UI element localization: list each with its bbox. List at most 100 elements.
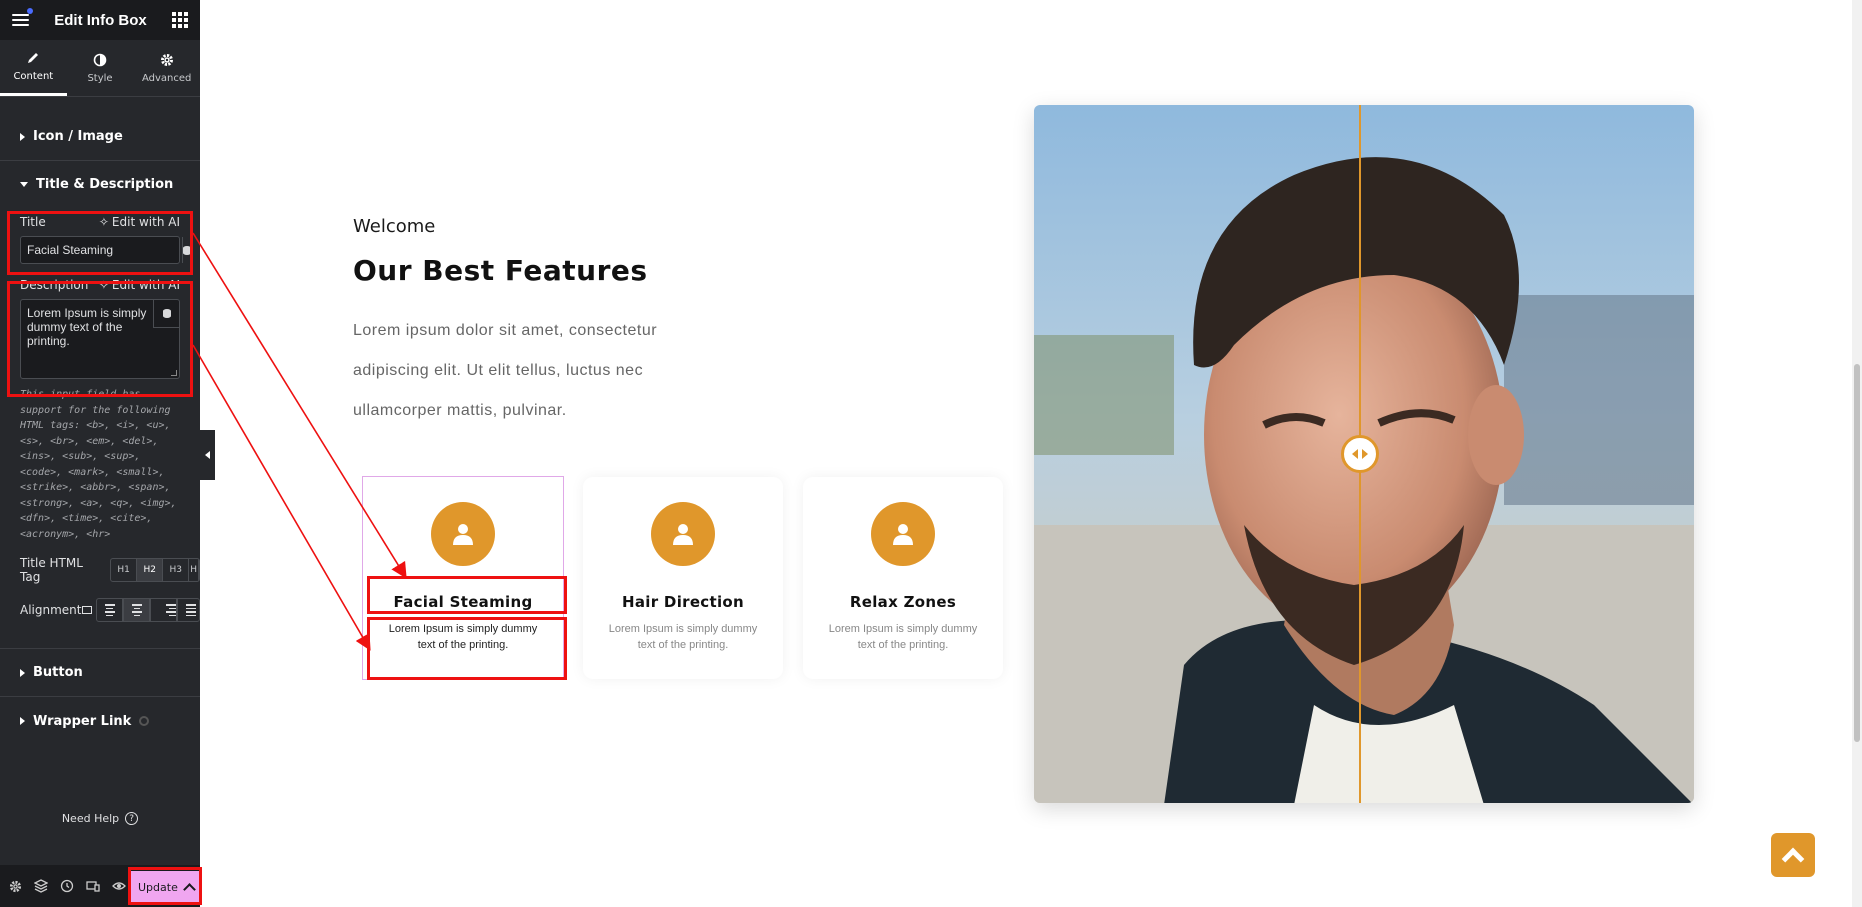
update-button[interactable]: Update: [130, 871, 200, 903]
chevron-left-icon: [205, 451, 210, 459]
gear-icon: [160, 53, 173, 66]
title-edit-ai-link[interactable]: ✧ Edit with AI: [99, 215, 180, 229]
alignment-label: Alignment: [20, 603, 82, 617]
align-right-icon: [151, 599, 178, 621]
section-title-description[interactable]: Title & Description: [0, 161, 200, 207]
welcome-subtitle: Welcome: [353, 216, 436, 237]
tab-style[interactable]: Style: [67, 40, 134, 96]
panel-title: Edit Info Box: [54, 11, 147, 29]
section-wrapper-link[interactable]: Wrapper Link: [0, 697, 200, 745]
info-box-card[interactable]: Facial Steaming Lorem Ipsum is simply du…: [362, 476, 564, 680]
desktop-icon[interactable]: [82, 606, 93, 614]
description-label-row: Description ✧ Edit with AI: [0, 278, 200, 292]
alignment-row: Alignment: [0, 598, 200, 622]
editor-panel: Edit Info Box Content Style Advanced Ico…: [0, 0, 200, 907]
tag-h3-button[interactable]: H3: [163, 559, 190, 581]
align-justify-button[interactable]: [178, 599, 199, 621]
sparkle-icon: ✧: [98, 215, 109, 229]
responsive-icon[interactable]: [84, 877, 102, 895]
arrow-left-icon: [1352, 449, 1358, 459]
tag-h2-button[interactable]: H2: [137, 559, 164, 581]
caret-right-icon: [20, 132, 25, 141]
settings-icon[interactable]: [6, 877, 24, 895]
user-icon: [651, 502, 715, 566]
card-title: Relax Zones: [849, 593, 957, 611]
resize-handle[interactable]: [171, 370, 177, 376]
tab-content[interactable]: Content: [0, 40, 67, 96]
card-title: Facial Steaming: [393, 593, 533, 611]
menu-icon[interactable]: [12, 8, 33, 26]
update-label: Update: [138, 880, 178, 894]
layers-icon[interactable]: [32, 877, 50, 895]
align-right-button[interactable]: [151, 599, 179, 621]
tab-content-label: Content: [13, 71, 54, 82]
comparison-handle[interactable]: [1341, 435, 1379, 473]
chevron-up-icon[interactable]: [183, 883, 196, 896]
section-title-description-label: Title & Description: [36, 176, 174, 192]
history-icon[interactable]: [58, 877, 76, 895]
database-icon: [162, 309, 171, 318]
html-tags-help-text: This input field has support for the fol…: [20, 389, 177, 540]
tab-style-label: Style: [87, 72, 113, 84]
align-center-icon: [124, 599, 151, 621]
title-html-tag-row: Title HTML Tag H1 H2 H3 H: [0, 556, 200, 584]
description-edit-ai-label: Edit with AI: [111, 278, 180, 292]
section-button[interactable]: Button: [0, 649, 200, 697]
panel-tabs: Content Style Advanced: [0, 40, 200, 97]
caret-down-icon: [20, 181, 28, 187]
title-input[interactable]: [21, 237, 182, 263]
card-description: Lorem Ipsum is simply dummy text of the …: [388, 623, 538, 651]
alignment-buttons: [96, 598, 200, 622]
pencil-icon: [28, 53, 39, 63]
title-html-tag-label: Title HTML Tag: [20, 556, 83, 584]
page-scrollbar[interactable]: [1852, 0, 1862, 907]
intro-paragraph: Lorem ipsum dolor sit amet, consectetur …: [353, 322, 658, 419]
info-box-card[interactable]: Relax Zones Lorem Ipsum is simply dummy …: [803, 477, 1003, 679]
title-label-row: Title ✧ Edit with AI: [0, 215, 200, 229]
tab-advanced-label: Advanced: [141, 72, 192, 84]
section-wrapper-link-label: Wrapper Link: [33, 713, 132, 729]
before-after-image: [1034, 105, 1694, 803]
align-left-button[interactable]: [97, 599, 125, 621]
tag-h1-button[interactable]: H1: [111, 559, 138, 581]
need-help-link[interactable]: Need Help ?: [0, 812, 200, 825]
description-textarea[interactable]: Lorem Ipsum is simply dummy text of the …: [21, 300, 161, 378]
info-box-card[interactable]: Hair Direction Lorem Ipsum is simply dum…: [583, 477, 783, 679]
section-icon-image[interactable]: Icon / Image: [0, 113, 200, 161]
apps-grid-icon[interactable]: [172, 12, 188, 28]
question-icon: ?: [125, 812, 139, 825]
description-edit-ai-link[interactable]: ✧ Edit with AI: [99, 278, 180, 292]
dynamic-tags-button[interactable]: [182, 237, 191, 263]
align-justify-icon: [178, 599, 199, 621]
card-description: Lorem Ipsum is simply dummy text of the …: [828, 623, 978, 651]
html-tag-buttons: H1 H2 H3 H: [110, 558, 200, 582]
panel-header: Edit Info Box: [0, 0, 200, 40]
caret-right-icon: [20, 717, 25, 725]
eye-icon[interactable]: [110, 877, 128, 895]
section-button-label: Button: [33, 665, 83, 680]
scrollbar-thumb[interactable]: [1854, 364, 1860, 742]
card-title: Hair Direction: [622, 593, 744, 611]
align-left-icon: [97, 599, 124, 621]
description-textarea-wrapper: Lorem Ipsum is simply dummy text of the …: [20, 299, 180, 379]
sparkle-icon: ✧: [98, 278, 109, 292]
collapse-panel-button[interactable]: [200, 430, 215, 480]
card-description: Lorem Ipsum is simply dummy text of the …: [608, 623, 758, 651]
chevron-up-icon: [1781, 847, 1805, 871]
description-label: Description: [20, 278, 89, 292]
title-edit-ai-label: Edit with AI: [111, 215, 180, 229]
tab-advanced[interactable]: Advanced: [133, 40, 200, 96]
caret-right-icon: [20, 668, 25, 677]
need-help-label: Need Help: [61, 812, 120, 825]
tag-h4-button[interactable]: H: [189, 559, 200, 581]
notification-dot: [27, 8, 33, 14]
database-icon: [183, 245, 191, 255]
scroll-to-top-button[interactable]: [1771, 833, 1815, 877]
user-icon: [431, 502, 495, 566]
section-icon-image-label: Icon / Image: [33, 129, 123, 144]
title-label: Title: [20, 215, 46, 229]
dynamic-tags-button[interactable]: [153, 300, 179, 328]
align-center-button[interactable]: [124, 599, 152, 621]
pro-badge-icon: [139, 716, 150, 726]
user-icon: [871, 502, 935, 566]
